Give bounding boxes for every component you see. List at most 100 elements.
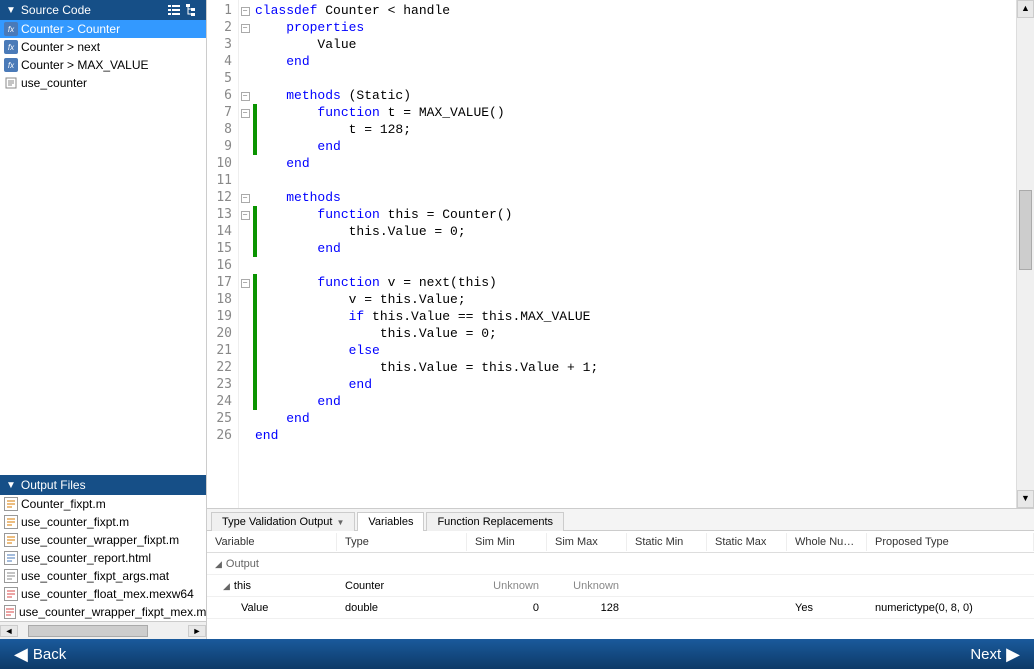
code-line[interactable]: function t = MAX_VALUE() [255, 104, 1016, 121]
fold-minus-icon[interactable]: − [241, 109, 250, 118]
scroll-right-icon[interactable]: ► [188, 625, 206, 637]
code-line[interactable] [255, 257, 1016, 274]
line-number: 3 [207, 36, 232, 53]
fold-cell [239, 53, 251, 70]
output-file-item[interactable]: Counter_fixpt.m [0, 495, 206, 513]
tab-type-validation-output[interactable]: Type Validation Output▼ [211, 512, 355, 531]
code-line[interactable]: end [255, 376, 1016, 393]
code-line[interactable]: t = 128; [255, 121, 1016, 138]
code-line[interactable]: this.Value = this.Value + 1; [255, 359, 1016, 376]
output-file-item[interactable]: use_counter_report.html [0, 549, 206, 567]
code-line[interactable]: end [255, 393, 1016, 410]
line-number: 19 [207, 308, 232, 325]
code-line[interactable]: end [255, 53, 1016, 70]
fold-cell[interactable]: − [239, 189, 251, 206]
fold-cell [239, 155, 251, 172]
code-line[interactable]: end [255, 240, 1016, 257]
column-header[interactable]: Static Max [707, 533, 787, 551]
line-number: 14 [207, 223, 232, 240]
column-header[interactable]: Type [337, 533, 467, 551]
fold-cell[interactable]: − [239, 206, 251, 223]
vertical-scrollbar[interactable]: ▲ ▼ [1016, 0, 1034, 508]
output-file-item[interactable]: use_counter_wrapper_fixpt_mex.m [0, 603, 206, 621]
code-line[interactable] [255, 172, 1016, 189]
code-line[interactable] [255, 70, 1016, 87]
output-file-label: use_counter_fixpt_args.mat [21, 569, 169, 583]
output-file-item[interactable]: use_counter_fixpt.m [0, 513, 206, 531]
expand-icon: ◢ [223, 581, 230, 591]
code-body[interactable]: classdef Counter < handle properties Val… [251, 0, 1016, 508]
column-header[interactable]: Whole Nu… [787, 533, 867, 551]
sidebar-scrollbar[interactable]: ◄ ► [0, 621, 206, 639]
output-file-item[interactable]: use_counter_wrapper_fixpt.m [0, 531, 206, 549]
code-line[interactable]: if this.Value == this.MAX_VALUE [255, 308, 1016, 325]
next-button[interactable]: Next ▶ [970, 644, 1020, 665]
table-row[interactable]: ◢thisCounterUnknownUnknown [207, 575, 1034, 597]
table-row[interactable]: Valuedouble0128Yesnumerictype(0, 8, 0) [207, 597, 1034, 619]
tree-view-icon[interactable] [184, 2, 200, 18]
column-header[interactable]: Sim Max [547, 533, 627, 551]
group-output[interactable]: ◢Output [207, 553, 1034, 575]
scroll-down-icon[interactable]: ▼ [1017, 490, 1034, 508]
output-file-item[interactable]: use_counter_fixpt_args.mat [0, 567, 206, 585]
fold-cell [239, 376, 251, 393]
code-line[interactable]: end [255, 410, 1016, 427]
variables-header: VariableTypeSim MinSim MaxStatic MinStat… [207, 531, 1034, 553]
scroll-up-icon[interactable]: ▲ [1017, 0, 1034, 18]
footer: ◀ Back Next ▶ [0, 639, 1034, 669]
code-editor[interactable]: 1234567891011121314151617181920212223242… [207, 0, 1034, 508]
output-file-label: Counter_fixpt.m [21, 497, 106, 511]
source-code-title: Source Code [21, 3, 164, 17]
code-line[interactable]: this.Value = 0; [255, 325, 1016, 342]
code-line[interactable]: else [255, 342, 1016, 359]
tab-variables[interactable]: Variables [357, 512, 424, 531]
column-header[interactable]: Variable [207, 533, 337, 551]
code-line[interactable]: classdef Counter < handle [255, 2, 1016, 19]
fold-cell[interactable]: − [239, 19, 251, 36]
tab-function-replacements[interactable]: Function Replacements [426, 512, 564, 531]
back-button[interactable]: ◀ Back [14, 644, 66, 665]
column-header[interactable]: Static Min [627, 533, 707, 551]
column-header[interactable]: Proposed Type [867, 533, 1034, 551]
source-item[interactable]: fxCounter > Counter [0, 20, 206, 38]
code-line[interactable]: this.Value = 0; [255, 223, 1016, 240]
code-line[interactable]: end [255, 138, 1016, 155]
code-line[interactable]: function v = next(this) [255, 274, 1016, 291]
fold-minus-icon[interactable]: − [241, 279, 250, 288]
code-line[interactable]: function this = Counter() [255, 206, 1016, 223]
scroll-thumb[interactable] [1019, 190, 1032, 270]
code-line[interactable]: end [255, 427, 1016, 444]
scroll-left-icon[interactable]: ◄ [0, 625, 18, 637]
dropdown-icon[interactable]: ▼ [336, 518, 344, 527]
scroll-thumb[interactable] [28, 625, 148, 637]
fold-column[interactable]: − − − − − − − [239, 0, 251, 508]
column-header[interactable]: Sim Min [467, 533, 547, 551]
code-line[interactable]: end [255, 155, 1016, 172]
fold-minus-icon[interactable]: − [241, 7, 250, 16]
fold-minus-icon[interactable]: − [241, 24, 250, 33]
source-item[interactable]: use_counter [0, 74, 206, 92]
fold-minus-icon[interactable]: − [241, 92, 250, 101]
cell [707, 605, 787, 611]
code-line[interactable]: methods [255, 189, 1016, 206]
code-line[interactable]: v = this.Value; [255, 291, 1016, 308]
code-line[interactable]: methods (Static) [255, 87, 1016, 104]
scroll-track[interactable] [18, 624, 188, 638]
fold-cell[interactable]: − [239, 2, 251, 19]
fold-minus-icon[interactable]: − [241, 194, 250, 203]
tabs-row: Type Validation Output▼VariablesFunction… [207, 509, 1034, 531]
source-item-label: Counter > next [21, 40, 100, 54]
fold-cell[interactable]: − [239, 104, 251, 121]
fold-cell[interactable]: − [239, 87, 251, 104]
source-item[interactable]: fxCounter > next [0, 38, 206, 56]
output-file-item[interactable]: use_counter_float_mex.mexw64 [0, 585, 206, 603]
fold-minus-icon[interactable]: − [241, 211, 250, 220]
list-view-icon[interactable] [166, 2, 182, 18]
output-files-header[interactable]: ▼ Output Files [0, 475, 206, 495]
line-number: 26 [207, 427, 232, 444]
source-item[interactable]: fxCounter > MAX_VALUE [0, 56, 206, 74]
code-line[interactable]: properties [255, 19, 1016, 36]
code-line[interactable]: Value [255, 36, 1016, 53]
fold-cell[interactable]: − [239, 274, 251, 291]
source-code-header[interactable]: ▼ Source Code [0, 0, 206, 20]
